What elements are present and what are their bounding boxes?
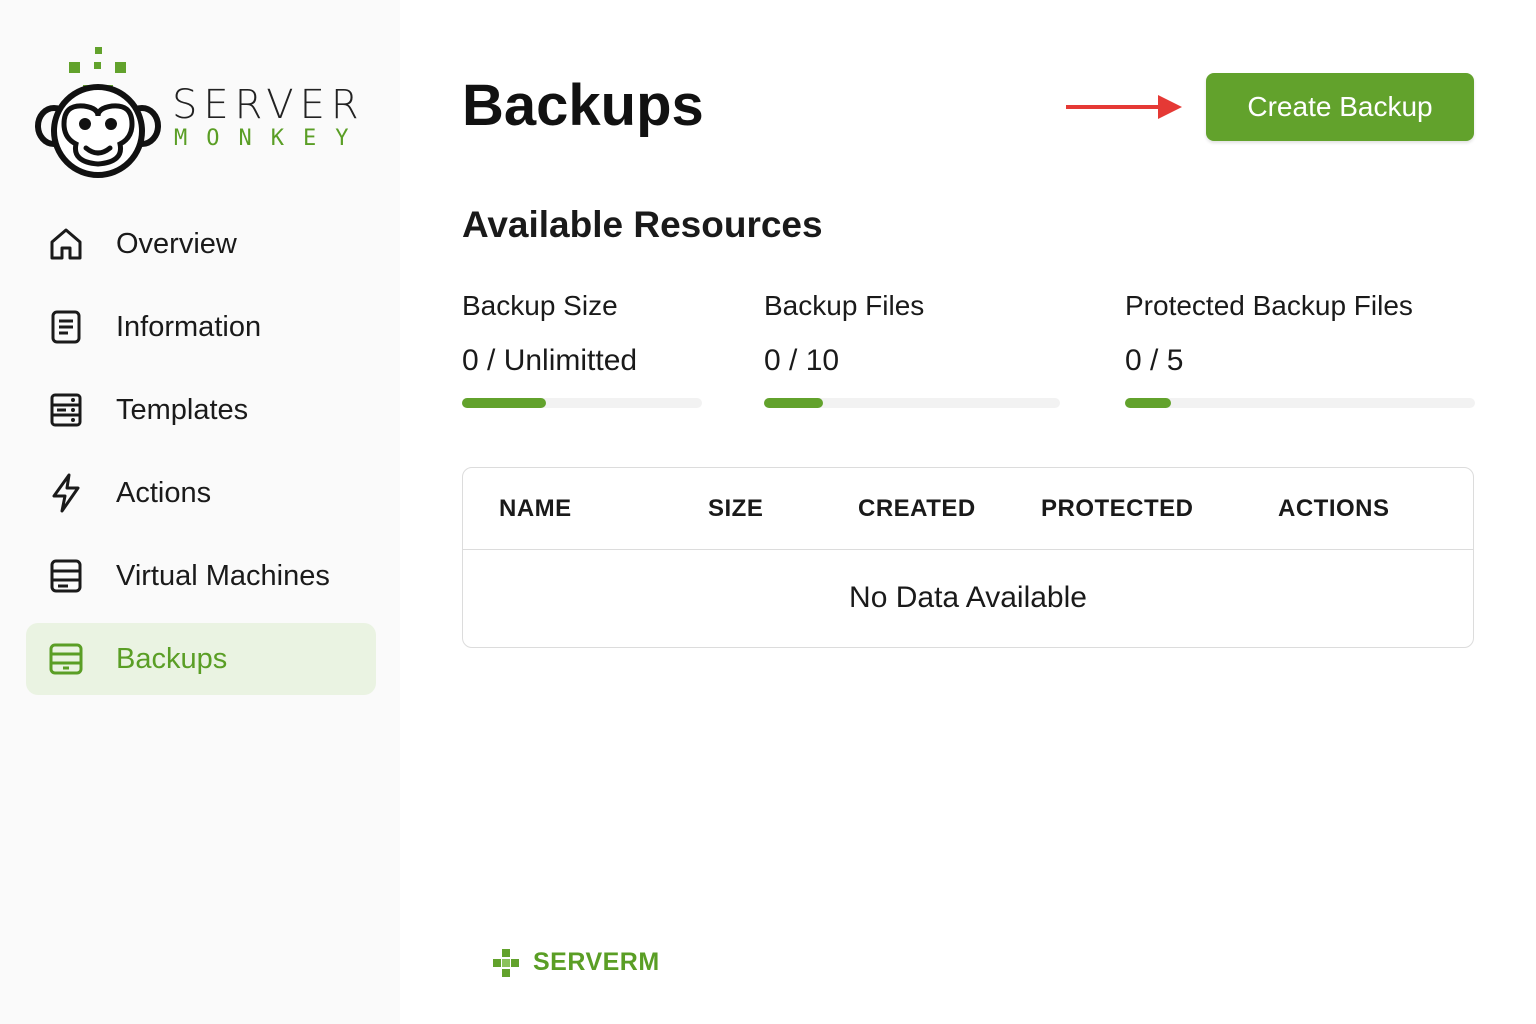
backups-table: NAME SIZE CREATED PROTECTED ACTIONS No D… bbox=[462, 467, 1474, 648]
resource-value: 0 / 10 bbox=[764, 344, 840, 377]
server-rack-icon bbox=[46, 390, 86, 430]
column-header-name[interactable]: NAME bbox=[499, 495, 572, 523]
logo-text-monkey: MONKEY bbox=[174, 126, 368, 151]
resource-protected-backup-files: Protected Backup Files 0 / 5 bbox=[1125, 290, 1475, 408]
sidebar-item-label: Backups bbox=[116, 642, 228, 675]
sidebar-item-actions[interactable]: Actions bbox=[26, 457, 376, 529]
column-header-created[interactable]: CREATED bbox=[858, 495, 976, 523]
footer-brand-text: SERVERM bbox=[533, 948, 660, 976]
resource-value: 0 / Unlimitted bbox=[462, 344, 638, 377]
monkey-logo-icon bbox=[35, 47, 161, 178]
server-monkey-logo[interactable]: SERVER MONKEY bbox=[34, 44, 374, 184]
sidebar-item-templates[interactable]: Templates bbox=[26, 374, 376, 446]
footer-logo: SERVERM bbox=[493, 948, 660, 977]
list-box-icon bbox=[46, 556, 86, 596]
table-header: NAME SIZE CREATED PROTECTED ACTIONS bbox=[463, 468, 1473, 550]
resource-progress-bar bbox=[1125, 398, 1475, 408]
sidebar-nav: Overview Information Templates Actions V… bbox=[26, 208, 376, 706]
resource-progress-bar bbox=[764, 398, 1060, 408]
resource-value: 0 / 5 bbox=[1125, 344, 1184, 377]
resource-progress-fill bbox=[462, 398, 546, 408]
lightning-icon bbox=[46, 473, 86, 513]
sidebar-item-label: Actions bbox=[116, 476, 212, 509]
sidebar: SERVER MONKEY Overview Information Templ… bbox=[0, 0, 400, 1024]
resource-backup-files: Backup Files 0 / 10 bbox=[764, 290, 1060, 408]
sidebar-item-label: Virtual Machines bbox=[116, 559, 330, 592]
sidebar-item-virtual-machines[interactable]: Virtual Machines bbox=[26, 540, 376, 612]
sidebar-item-label: Overview bbox=[116, 227, 237, 260]
resource-label: Backup Files bbox=[764, 290, 925, 321]
document-icon bbox=[46, 307, 86, 347]
resource-label: Protected Backup Files bbox=[1125, 290, 1413, 321]
sidebar-item-overview[interactable]: Overview bbox=[26, 208, 376, 280]
resource-progress-bar bbox=[462, 398, 702, 408]
empty-state-message: No Data Available bbox=[849, 581, 1087, 614]
sidebar-item-label: Information bbox=[116, 310, 262, 343]
resource-backup-size: Backup Size 0 / Unlimitted bbox=[462, 290, 702, 408]
logo-text-server: SERVER bbox=[172, 82, 365, 128]
column-header-protected[interactable]: PROTECTED bbox=[1041, 495, 1194, 523]
sidebar-item-label: Templates bbox=[116, 393, 249, 426]
red-arrow-pointer bbox=[1066, 95, 1182, 119]
sidebar-item-information[interactable]: Information bbox=[26, 291, 376, 363]
plus-logo-icon bbox=[493, 948, 519, 977]
column-header-actions: ACTIONS bbox=[1278, 495, 1390, 522]
resource-progress-fill bbox=[764, 398, 824, 408]
home-icon bbox=[46, 224, 86, 264]
available-resources-title: Available Resources bbox=[462, 204, 823, 245]
sidebar-item-backups[interactable]: Backups bbox=[26, 623, 376, 695]
backup-drive-icon bbox=[46, 639, 86, 679]
resource-progress-fill bbox=[1125, 398, 1171, 408]
page-title: Backups bbox=[462, 73, 704, 138]
create-backup-button[interactable]: Create Backup bbox=[1206, 73, 1474, 141]
main-content: Backups Create Backup Available Resource… bbox=[462, 0, 1476, 1024]
column-header-size[interactable]: SIZE bbox=[708, 495, 763, 523]
resource-label: Backup Size bbox=[462, 290, 618, 321]
